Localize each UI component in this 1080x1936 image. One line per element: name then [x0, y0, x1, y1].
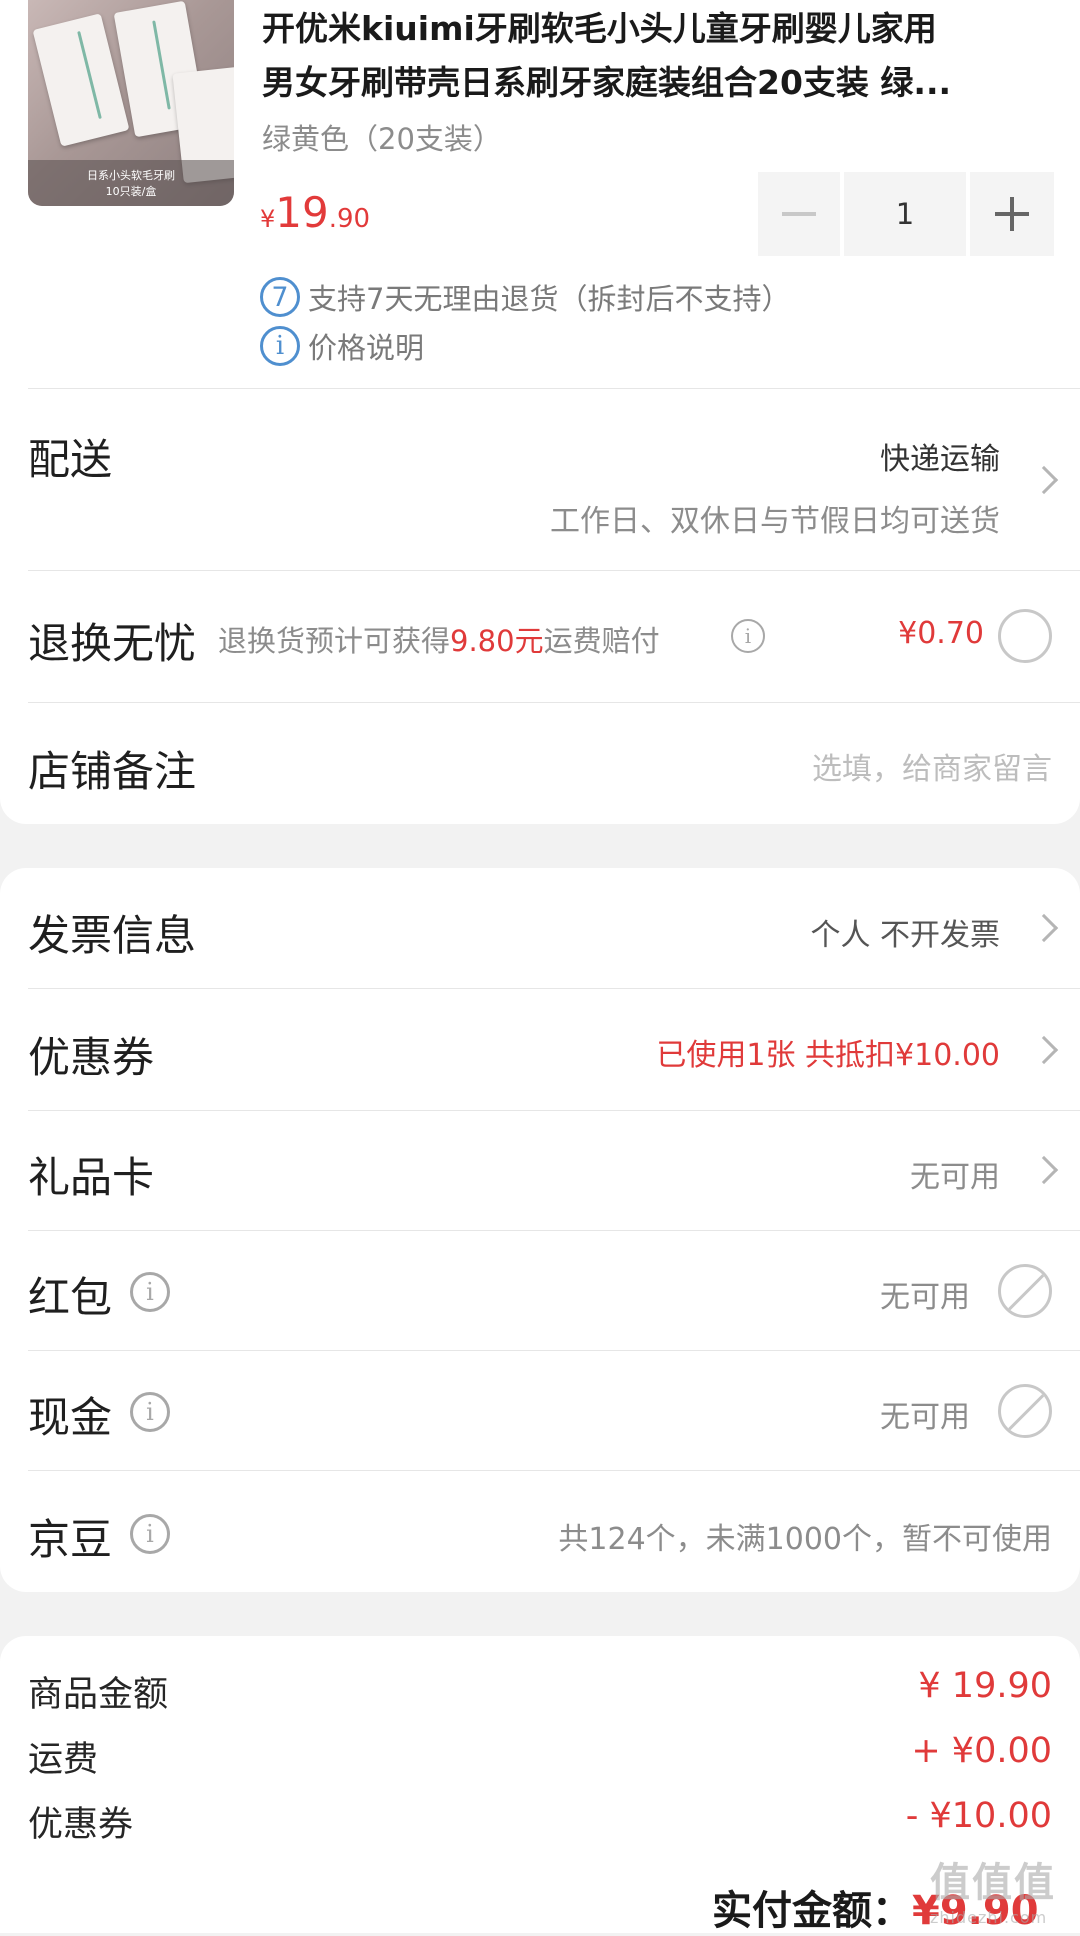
return-insurance-label: 退换无忧 — [28, 619, 197, 668]
product-thumbnail[interactable]: 日系小头软毛牙刷 10只装/盒 — [28, 0, 234, 206]
thumb-caption-line: 日系小头软毛牙刷 — [87, 169, 175, 182]
coupon-discount-label: 优惠券 — [28, 1805, 134, 1845]
jingdou-row: 京豆 i 共124个，未满1000个，暂不可使用 — [0, 1470, 1080, 1592]
return-insurance-desc: 退换货预计可获得9.80元运费赔付 — [218, 618, 660, 660]
quantity-stepper: 1 — [758, 172, 1054, 256]
order-items-card: 日系小头软毛牙刷 10只装/盒 开优米kiuimi牙刷软毛小头儿童牙刷婴儿家用 … — [0, 0, 1080, 824]
gift-card-row[interactable]: 礼品卡 无可用 — [0, 1110, 1080, 1230]
shop-note-input[interactable]: 选填，给商家留言 — [812, 744, 1052, 788]
invoice-row[interactable]: 发票信息 个人 不开发票 — [0, 868, 1080, 988]
info-circle-icon[interactable]: i — [130, 1514, 170, 1554]
quantity-value[interactable]: 1 — [844, 172, 966, 256]
decrease-button[interactable] — [758, 172, 840, 256]
invoice-value: 个人 不开发票 — [810, 918, 1000, 953]
total-label: 实付金额： — [712, 1888, 912, 1934]
price-integer: 19 — [275, 188, 329, 237]
delivery-desc: 工作日、双休日与节假日均可送货 — [550, 504, 1000, 539]
goods-amount-label: 商品金额 — [28, 1675, 169, 1715]
product-title-line: 开优米kiuimi牙刷软毛小头儿童牙刷婴儿家用 — [262, 9, 937, 48]
return-policy-text: 支持7天无理由退货（拆封后不支持） — [308, 282, 791, 316]
price-explanation-link[interactable]: i 价格说明 — [260, 325, 424, 367]
chevron-right-icon — [1029, 1035, 1059, 1065]
jingdou-label: 京豆 — [28, 1515, 113, 1564]
goods-amount-value: ¥ 19.90 — [918, 1666, 1052, 1706]
cash-row: 现金 i 无可用 — [0, 1350, 1080, 1470]
desc-amount: 9.80元 — [450, 624, 544, 658]
delivery-label: 配送 — [28, 435, 113, 484]
coupon-discount-value: - ¥10.00 — [905, 1796, 1052, 1836]
red-packet-label: 红包 — [28, 1273, 113, 1322]
coupon-value: 已使用1张 共抵扣¥10.00 — [656, 1038, 1000, 1073]
radio-circle-icon[interactable] — [998, 609, 1052, 663]
plus-icon — [995, 197, 1029, 231]
prohibited-icon — [998, 1384, 1052, 1438]
cash-label: 现金 — [28, 1393, 113, 1442]
prohibited-icon — [998, 1264, 1052, 1318]
thumb-box — [32, 13, 130, 147]
shop-note-label: 店铺备注 — [28, 747, 197, 796]
cash-value: 无可用 — [880, 1400, 970, 1435]
shipping-label: 运费 — [28, 1740, 99, 1780]
info-circle-icon[interactable]: i — [731, 619, 765, 653]
red-packet-row: 红包 i 无可用 — [0, 1230, 1080, 1350]
product-title-line: 男女牙刷带壳日系刷牙家庭装组合20支装 绿... — [262, 63, 952, 102]
payment-options-card: 发票信息 个人 不开发票 优惠券 已使用1张 共抵扣¥10.00 礼品卡 无可用… — [0, 868, 1080, 1592]
seven-day-return-icon: 7 — [260, 277, 300, 317]
chevron-right-icon — [1029, 1155, 1059, 1185]
return-policy-note: 7 支持7天无理由退货（拆封后不支持） — [260, 276, 790, 318]
increase-button[interactable] — [970, 172, 1054, 256]
gift-card-value: 无可用 — [910, 1160, 1000, 1195]
info-circle-icon[interactable]: i — [130, 1392, 170, 1432]
gift-card-label: 礼品卡 — [28, 1153, 155, 1202]
delivery-row[interactable]: 配送 快递运输 工作日、双休日与节假日均可送货 — [0, 388, 1080, 570]
product-variant: 绿黄色（20支装） — [262, 122, 502, 156]
jingdou-value: 共124个，未满1000个，暂不可使用 — [558, 1522, 1052, 1557]
coupon-row[interactable]: 优惠券 已使用1张 共抵扣¥10.00 — [0, 988, 1080, 1110]
invoice-label: 发票信息 — [28, 911, 197, 960]
price-symbol: ¥ — [260, 205, 276, 233]
minus-icon — [782, 212, 816, 216]
watermark-logo: 值值值 zhidezhi.com — [930, 1850, 1070, 1930]
shipping-value: + ¥0.00 — [911, 1731, 1052, 1771]
price-explanation-text: 价格说明 — [308, 331, 425, 365]
delivery-method: 快递运输 — [880, 442, 1000, 477]
info-circle-icon[interactable]: i — [130, 1272, 170, 1312]
price-decimal: .90 — [328, 204, 371, 234]
watermark-sub: zhidezhi.com — [930, 1908, 1048, 1927]
coupon-label: 优惠券 — [28, 1033, 155, 1082]
return-insurance-price: ¥0.70 — [898, 616, 984, 651]
chevron-right-icon — [1029, 465, 1059, 495]
thumb-caption-line: 10只装/盒 — [105, 185, 157, 198]
thumb-caption: 日系小头软毛牙刷 10只装/盒 — [28, 160, 234, 206]
return-insurance-row: 退换无忧 退换货预计可获得9.80元运费赔付 i ¥0.70 — [0, 570, 1080, 702]
chevron-right-icon — [1029, 913, 1059, 943]
shop-note-row: 店铺备注 选填，给商家留言 — [0, 702, 1080, 824]
info-circle-icon: i — [260, 326, 300, 366]
red-packet-value: 无可用 — [880, 1280, 970, 1315]
desc-suffix: 运费赔付 — [543, 624, 660, 658]
desc-prefix: 退换货预计可获得 — [218, 624, 451, 658]
product-price: ¥19.90 — [260, 188, 370, 237]
watermark-main: 值值值 — [930, 1860, 1056, 1906]
product-title[interactable]: 开优米kiuimi牙刷软毛小头儿童牙刷婴儿家用 男女牙刷带壳日系刷牙家庭装组合2… — [262, 2, 1052, 110]
